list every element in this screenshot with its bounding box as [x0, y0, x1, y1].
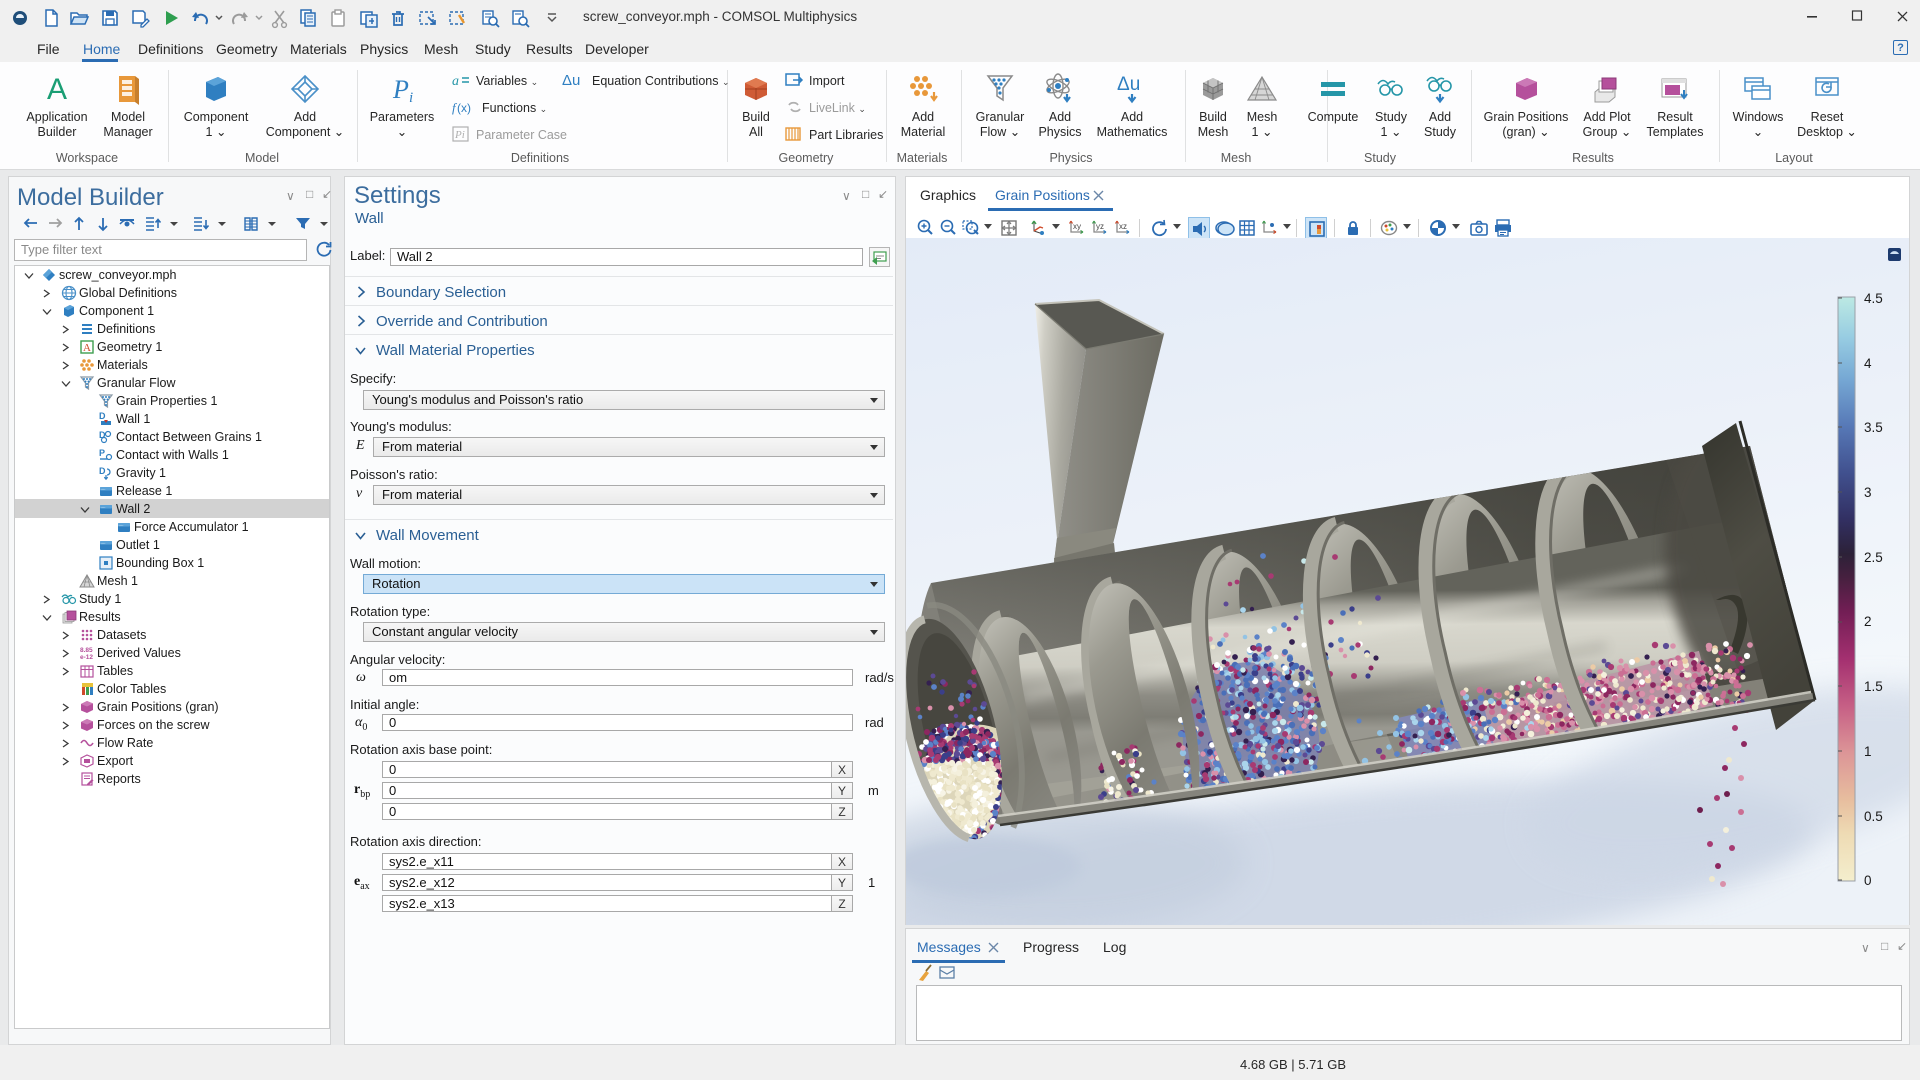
svg-text:P: P — [392, 75, 409, 104]
svg-text:2: 2 — [1864, 614, 1872, 629]
svg-text:a: a — [452, 74, 459, 88]
svg-text:0.5: 0.5 — [1864, 809, 1883, 824]
svg-text:8.85: 8.85 — [80, 647, 93, 654]
svg-text:A: A — [83, 342, 91, 354]
svg-text:2.5: 2.5 — [1864, 550, 1883, 565]
svg-text:xy: xy — [1073, 222, 1081, 231]
svg-text:xz: xz — [1119, 222, 1127, 231]
svg-text:A: A — [47, 73, 67, 106]
svg-text:Δu: Δu — [562, 72, 580, 88]
svg-text:yz: yz — [1096, 222, 1104, 231]
svg-text:D: D — [99, 466, 106, 476]
svg-text:3: 3 — [1864, 485, 1872, 500]
svg-text:P: P — [99, 448, 105, 458]
svg-text:(x): (x) — [457, 101, 471, 115]
svg-text:0: 0 — [1864, 873, 1872, 888]
svg-text:D: D — [99, 411, 106, 421]
svg-text:4.5: 4.5 — [1864, 291, 1883, 306]
svg-text:1: 1 — [1864, 744, 1872, 759]
svg-text:e-12: e-12 — [80, 654, 93, 661]
svg-text:i: i — [409, 90, 413, 106]
svg-text:4: 4 — [1864, 356, 1872, 371]
svg-text:Pi: Pi — [454, 129, 465, 141]
svg-text:3.5: 3.5 — [1864, 420, 1883, 435]
svg-text:Δu: Δu — [1117, 74, 1140, 95]
svg-text:1.5: 1.5 — [1864, 679, 1883, 694]
